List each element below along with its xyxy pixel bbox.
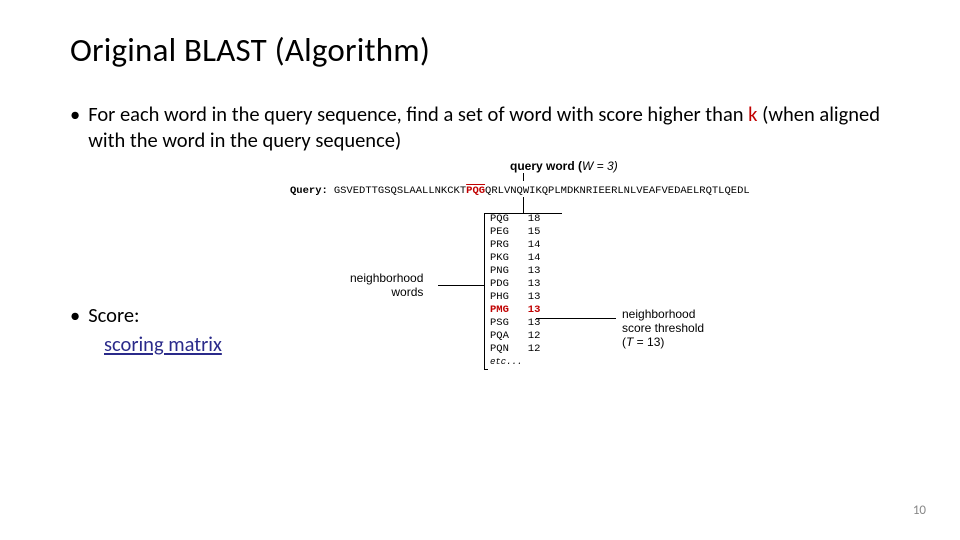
neighborhood-word-row: PQN 12 [490, 343, 540, 356]
etc-label: etc... [490, 356, 540, 369]
brace-bottom [484, 369, 488, 370]
score-label: Score: [88, 302, 139, 328]
connector-trunk [523, 197, 524, 213]
score-bullet: • Score: scoring matrix [70, 302, 222, 357]
slide-title: Original BLAST (Algorithm) [70, 30, 900, 70]
variable-k: k [748, 101, 757, 127]
neighborhood-word-row: PHG 13 [490, 291, 540, 304]
neighborhood-word-row: PQG 18 [490, 213, 540, 226]
neighborhood-words-connector [438, 285, 484, 286]
query-seq-left: GSVEDTTGSQSLAALLNKCKT [334, 185, 466, 197]
neighborhood-word-row: PNG 13 [490, 265, 540, 278]
page-number: 10 [913, 503, 926, 518]
scoring-matrix-link[interactable]: scoring matrix [104, 331, 222, 357]
bullet-dot: • [70, 302, 80, 328]
query-seq-right: QRLVNQWIKQPLMDKNRIEERLNLVEAFVEDAELRQTLQE… [485, 185, 750, 197]
bullet-1-text: For each word in the query sequence, fin… [88, 102, 900, 153]
neighborhood-word-row: PKG 14 [490, 252, 540, 265]
bullet-dot: • [70, 102, 80, 153]
neighborhood-word-row: PEG 15 [490, 226, 540, 239]
pointer-line [523, 173, 524, 181]
threshold-label: neighborhood score threshold (T = 13) [622, 307, 704, 349]
neighborhood-word-row: PDG 13 [490, 278, 540, 291]
query-word-highlight: PQG [466, 185, 485, 197]
neighborhood-word-row: PQA 12 [490, 330, 540, 343]
brace-line [484, 213, 485, 369]
query-sequence: Query: GSVEDTTGSQSLAALLNKCKTPQGQRLVNQWIKQ… [290, 185, 750, 197]
query-label: Query: [290, 185, 328, 197]
neighborhood-word-row: PRG 14 [490, 239, 540, 252]
neighborhood-word-row: PMG 13 [490, 304, 540, 317]
query-word-label: query word (W = 3) [510, 159, 618, 173]
neighborhood-word-table: PQG 18PEG 15PRG 14PKG 14PNG 13PDG 13PHG … [490, 213, 540, 369]
neighborhood-words-label: neighborhood words [350, 271, 423, 299]
bullet-1: • For each word in the query sequence, f… [70, 102, 900, 153]
neighborhood-word-row: PSG 13 [490, 317, 540, 330]
threshold-divider [536, 318, 616, 319]
bullet-1-prefix: For each word in the query sequence, fin… [88, 101, 748, 127]
brace-top [484, 213, 488, 214]
